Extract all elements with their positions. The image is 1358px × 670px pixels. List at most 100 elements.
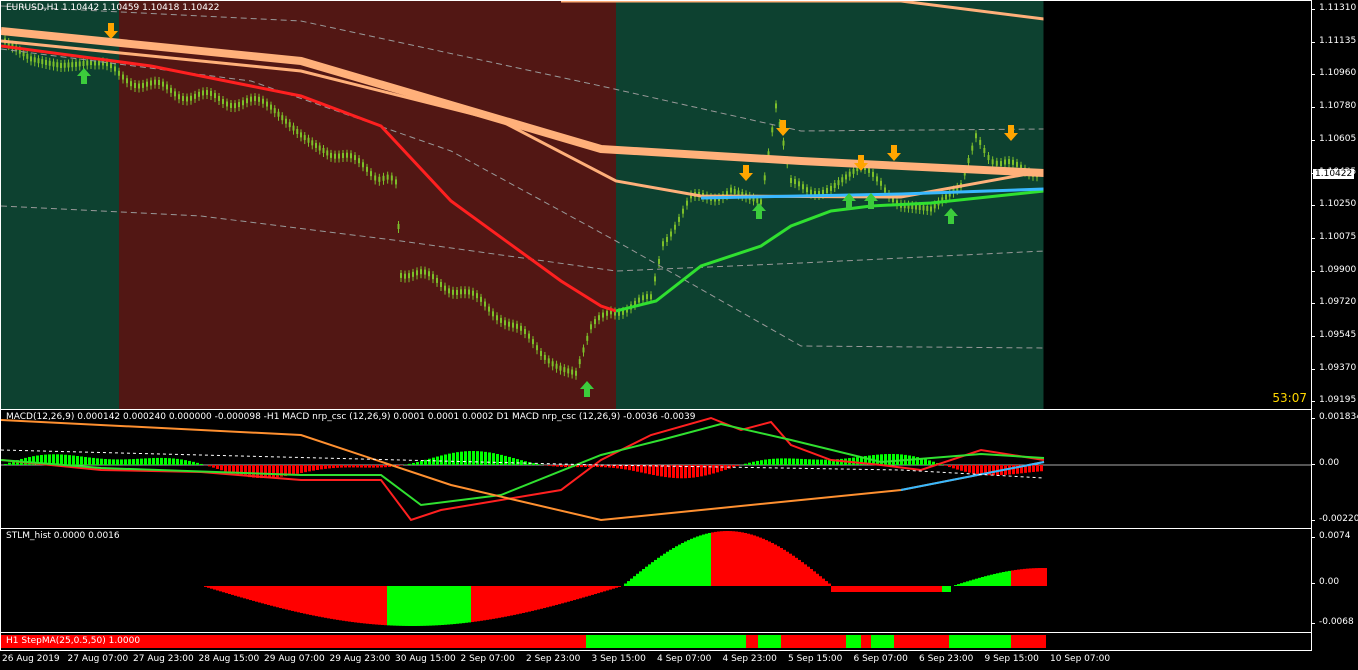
macd-bar <box>328 465 331 469</box>
stlm-bar <box>300 586 303 613</box>
candle-body <box>390 175 393 181</box>
stlm-bar <box>825 581 828 586</box>
stlm-bar <box>768 541 771 586</box>
stlm-bar <box>756 536 759 586</box>
candle-body <box>222 98 224 104</box>
macd-chart[interactable] <box>1 410 1312 529</box>
candle-body <box>37 58 40 64</box>
candle-body <box>346 152 348 158</box>
stlm-bar <box>243 586 246 599</box>
stlm-bar <box>846 586 849 592</box>
macd-bar <box>440 455 443 465</box>
stlm-bar <box>294 586 297 612</box>
candle-body <box>488 306 490 312</box>
stepma-segment <box>861 635 871 648</box>
stlm-bar <box>708 532 711 586</box>
macd-tick-zero: 0.00 <box>1310 458 1340 468</box>
macd-bar <box>116 459 119 465</box>
macd-pane[interactable]: MACD(12,26,9) 0.000142 0.000240 0.000000… <box>0 409 1312 529</box>
stlm-bar <box>399 586 402 626</box>
candle-body <box>987 155 990 161</box>
stlm-bar <box>822 578 825 586</box>
stlm-bar <box>954 585 957 586</box>
stlm-bar <box>339 586 342 621</box>
macd-bar <box>824 459 827 465</box>
macd-bar <box>880 454 883 465</box>
stepma-segment <box>781 635 846 648</box>
macd-bar <box>560 465 563 467</box>
macd-bar <box>364 465 367 468</box>
macd-bar <box>724 465 727 470</box>
stlm-bar <box>519 586 522 614</box>
stlm-bar <box>1026 568 1029 586</box>
time-tick: 27 Aug 07:00 <box>67 654 129 664</box>
macd-bar <box>960 465 963 471</box>
candle-body <box>971 145 974 151</box>
stlm-bar <box>921 586 924 592</box>
candle-body <box>678 216 680 222</box>
candle-body <box>444 285 446 291</box>
candle-body <box>273 108 276 114</box>
stlm-bar <box>495 586 498 619</box>
price-axis[interactable]: 1.11310 1.11135 1.10960 1.10780 1.10605 1.104… <box>1310 0 1358 670</box>
macd-bar <box>652 465 655 476</box>
macd-bar <box>268 465 271 478</box>
stlm-bar <box>864 586 867 592</box>
stlm-bar <box>366 586 369 624</box>
candle-body <box>238 102 240 108</box>
stlm-bar <box>933 586 936 592</box>
stlm-bar <box>711 532 714 586</box>
candle-body <box>654 276 656 282</box>
candle-body <box>810 189 812 195</box>
candle-body <box>532 339 534 345</box>
stlm-bar <box>345 586 348 622</box>
macd-tick-top: 0.001834 <box>1311 412 1358 422</box>
stlm-bar <box>501 586 504 618</box>
candle-body <box>686 200 688 206</box>
main-chart-pane[interactable]: EURUSD,H1 1.10442 1.10459 1.10418 1.1042… <box>0 0 1312 410</box>
macd-bar <box>1032 465 1035 472</box>
stlm-tick-top: 0.0074 <box>1311 531 1351 541</box>
stlm-bar <box>981 577 984 586</box>
macd-bar <box>760 460 763 465</box>
time-axis[interactable]: 26 Aug 2019 27 Aug 07:00 27 Aug 23:00 28 Au… <box>0 650 1358 670</box>
price-tick: 1.10250 <box>1310 199 1357 210</box>
price-chart[interactable] <box>1 1 1312 410</box>
stlm-bar <box>585 586 588 597</box>
candle-body <box>63 62 66 68</box>
candle-body <box>162 81 164 87</box>
candle-body <box>408 273 410 279</box>
macd-bar <box>380 465 383 468</box>
stepma-bar[interactable] <box>1 633 1312 651</box>
macd-bar <box>1040 465 1043 472</box>
stlm-bar <box>264 586 267 605</box>
stlm-bar <box>897 586 900 592</box>
candle-body <box>500 317 502 323</box>
stlm-bar <box>648 564 651 586</box>
candle-body <box>922 205 925 211</box>
macd-bar <box>924 459 927 465</box>
macd-bar <box>8 462 11 465</box>
stlm-bar <box>231 586 234 595</box>
stlm-pane[interactable]: STLM_hist 0.0000 0.0016 <box>0 528 1312 633</box>
stlm-bar <box>1014 569 1017 586</box>
stepma-pane[interactable]: H1 StepMA(25,0.5,50) 1.0000 <box>0 632 1312 651</box>
stlm-bar <box>258 586 261 603</box>
stlm-bar <box>774 544 777 586</box>
macd-bar <box>716 465 719 473</box>
stlm-bar <box>489 586 492 620</box>
stlm-bar <box>498 586 501 618</box>
macd-bar <box>800 458 803 465</box>
candle-body <box>830 185 832 191</box>
stlm-bar <box>744 532 747 586</box>
stlm-histogram[interactable] <box>1 529 1312 633</box>
stepma-label: H1 StepMA(25,0.5,50) 1.0000 <box>6 636 141 646</box>
macd-bar <box>688 465 691 478</box>
stlm-bar <box>282 586 285 609</box>
macd-bar <box>720 465 723 472</box>
symbol-label: EURUSD,H1 1.10442 1.10459 1.10418 1.1042… <box>6 3 220 13</box>
candle-body <box>983 147 986 153</box>
candle-body <box>78 61 81 67</box>
stlm-bar <box>327 586 330 619</box>
macd-bar <box>792 458 795 465</box>
